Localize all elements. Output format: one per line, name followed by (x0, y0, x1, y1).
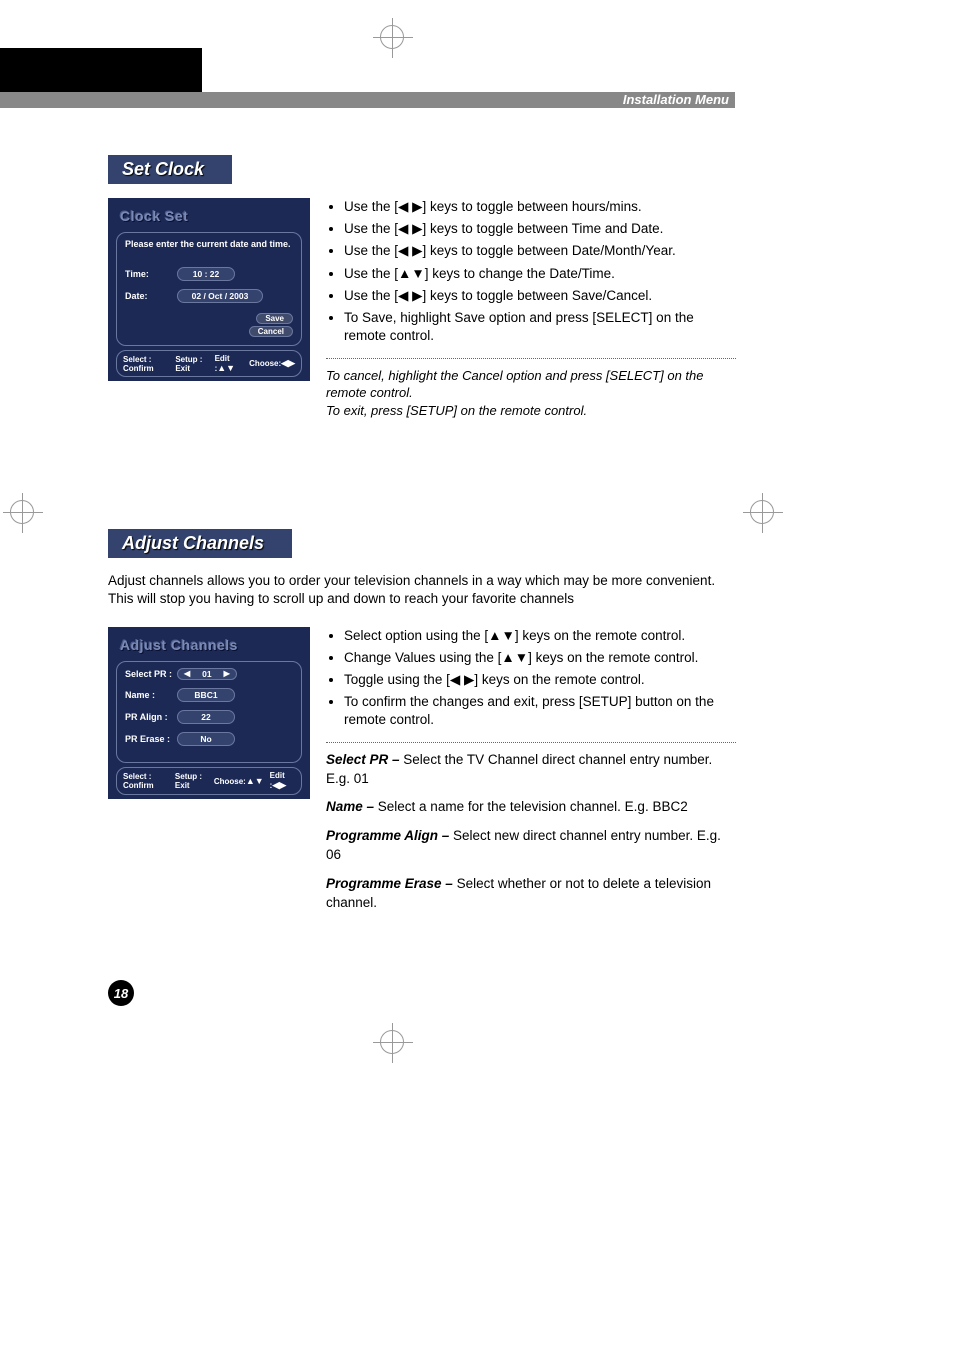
pr-align-value[interactable]: 22 (177, 710, 235, 724)
footer-choose: Choose:◀▶ (249, 358, 295, 369)
crop-mark-top (380, 25, 404, 49)
list-item: Use the [◀ ▶] keys to toggle between hou… (344, 198, 736, 216)
adjust-channels-intro: Adjust channels allows you to order your… (108, 572, 736, 608)
cancel-button[interactable]: Cancel (249, 326, 293, 337)
divider (326, 742, 736, 743)
osd-clock-set: Clock Set Please enter the current date … (108, 198, 310, 381)
select-pr-value: 01 (194, 669, 219, 679)
set-clock-instructions: Use the [◀ ▶] keys to toggle between hou… (326, 198, 736, 346)
left-arrow-icon[interactable]: ◀ (180, 669, 194, 678)
crop-mark-left (10, 500, 34, 524)
pr-erase-label: PR Erase : (125, 734, 177, 744)
save-button[interactable]: Save (256, 313, 293, 324)
note-exit: To exit, press [SETUP] on the remote con… (326, 402, 736, 420)
footer-choose: Choose:▲▼ (214, 776, 264, 786)
def-programme-align: Programme Align – Select new direct chan… (326, 827, 736, 865)
time-value[interactable]: 10 : 22 (177, 267, 235, 281)
select-pr-label: Select PR : (125, 669, 177, 679)
def-programme-erase: Programme Erase – Select whether or not … (326, 875, 736, 913)
list-item: Use the [▲▼] keys to change the Date/Tim… (344, 265, 736, 283)
crop-mark-bottom (380, 1030, 404, 1054)
pr-align-label: PR Align : (125, 712, 177, 722)
footer-edit: Edit :▲▼ (215, 354, 244, 373)
list-item: Use the [◀ ▶] keys to toggle between Sav… (344, 287, 736, 305)
name-label: Name : (125, 690, 177, 700)
list-item: Select option using the [▲▼] keys on the… (344, 627, 736, 645)
list-item: Change Values using the [▲▼] keys on the… (344, 649, 736, 667)
section-tab-set-clock: Set Clock (108, 155, 232, 184)
page-number-badge: 18 (108, 980, 134, 1006)
osd-footer: Select : Confirm Setup : Exit Edit :▲▼ C… (116, 350, 302, 377)
footer-select: Select : Confirm (123, 772, 169, 790)
footer-setup: Setup : Exit (175, 772, 208, 790)
osd-message: Please enter the current date and time. (125, 239, 293, 249)
right-arrow-icon[interactable]: ▶ (220, 669, 234, 678)
select-pr-spinner[interactable]: ◀ 01 ▶ (177, 668, 237, 680)
pr-erase-value[interactable]: No (177, 732, 235, 746)
list-item: To confirm the changes and exit, press [… (344, 693, 736, 729)
list-item: Toggle using the [◀ ▶] keys on the remot… (344, 671, 736, 689)
def-name: Name – Select a name for the television … (326, 798, 736, 817)
section-tab-adjust-channels: Adjust Channels (108, 529, 292, 558)
footer-select: Select : Confirm (123, 355, 169, 373)
osd-title: Clock Set (116, 206, 302, 230)
note-cancel: To cancel, highlight the Cancel option a… (326, 367, 736, 402)
list-item: Use the [◀ ▶] keys to toggle between Dat… (344, 242, 736, 260)
crop-mark-right (750, 500, 774, 524)
list-item: Use the [◀ ▶] keys to toggle between Tim… (344, 220, 736, 238)
date-label: Date: (125, 291, 177, 301)
footer-edit: Edit :◀▶ (270, 771, 295, 791)
time-label: Time: (125, 269, 177, 279)
name-value[interactable]: BBC1 (177, 688, 235, 702)
def-select-pr: Select PR – Select the TV Channel direct… (326, 751, 736, 789)
osd-footer: Select : Confirm Setup : Exit Choose:▲▼ … (116, 767, 302, 795)
date-value[interactable]: 02 / Oct / 2003 (177, 289, 263, 303)
list-item: To Save, highlight Save option and press… (344, 309, 736, 345)
header-title: Installation Menu (623, 92, 729, 108)
osd-title: Adjust Channels (116, 635, 302, 659)
adjust-channels-instructions: Select option using the [▲▼] keys on the… (326, 627, 736, 730)
osd-adjust-channels: Adjust Channels Select PR : ◀ 01 ▶ Name … (108, 627, 310, 799)
divider (326, 358, 736, 359)
footer-setup: Setup : Exit (175, 355, 208, 373)
